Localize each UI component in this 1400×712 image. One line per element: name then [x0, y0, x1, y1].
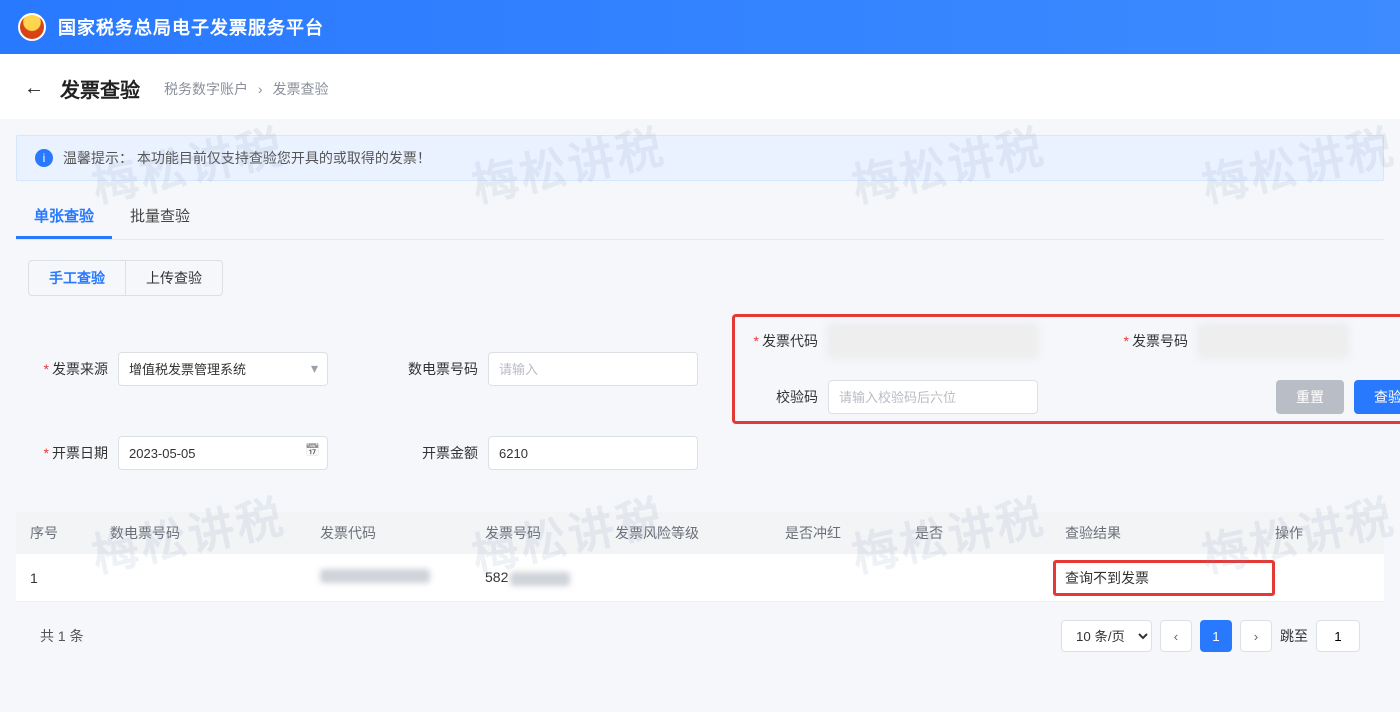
field-invoice-number: *发票号码 — [1108, 324, 1400, 358]
info-banner: i 温馨提示： 本功能目前仅支持查验您开具的或取得的发票！ — [16, 135, 1384, 181]
digital-number-input[interactable] — [488, 352, 698, 386]
info-icon: i — [35, 149, 53, 167]
cell-code — [314, 569, 479, 586]
jump-label: 跳至 — [1280, 626, 1308, 646]
app-root: 国家税务总局电子发票服务平台 ← 发票查验 税务数字账户 › 发票查验 i 温馨… — [0, 0, 1400, 686]
submit-button[interactable]: 查验 — [1354, 380, 1400, 414]
back-arrow-icon[interactable]: ← — [24, 77, 44, 100]
tab-batch-verify[interactable]: 批量查验 — [112, 195, 208, 239]
field-check-code: 校验码 — [738, 380, 1108, 414]
pagination: 10 条/页 ‹ 1 › 跳至 — [1061, 620, 1360, 652]
reset-button[interactable]: 重置 — [1276, 380, 1344, 414]
page-title: 发票查验 — [60, 74, 140, 103]
invoice-number-input[interactable] — [1198, 324, 1348, 358]
next-page-button[interactable]: › — [1240, 620, 1272, 652]
crumb-sep-icon: › — [258, 81, 263, 97]
field-invoice-date: *开票日期 — [28, 436, 398, 470]
invoice-source-select[interactable]: 增值税发票管理系统 — [118, 352, 328, 386]
table-header: 序号 数电票号码 发票代码 发票号码 发票风险等级 是否冲红 是否 查验结果 操… — [16, 512, 1384, 554]
tip-text: 本功能目前仅支持查验您开具的或取得的发票！ — [137, 150, 431, 166]
th-red: 是否冲红 — [779, 523, 909, 543]
result-table: 序号 数电票号码 发票代码 发票号码 发票风险等级 是否冲红 是否 查验结果 操… — [16, 512, 1384, 602]
field-invoice-amount: 开票金额 — [398, 436, 738, 470]
page-1-button[interactable]: 1 — [1200, 620, 1232, 652]
th-digital: 数电票号码 — [104, 523, 314, 543]
cell-number: 582 — [479, 569, 609, 585]
page-header: ← 发票查验 税务数字账户 › 发票查验 — [0, 54, 1400, 119]
table-footer: 共 1 条 10 条/页 ‹ 1 › 跳至 — [16, 602, 1384, 670]
top-banner: 国家税务总局电子发票服务平台 — [0, 0, 1400, 54]
cell-result: 查询不到发票 — [1059, 568, 1269, 588]
th-number: 发票号码 — [479, 523, 609, 543]
query-form: *发票来源 增值税发票管理系统 数电票号码 *发票代码 — [16, 308, 1384, 494]
field-invoice-code: *发票代码 — [738, 324, 1108, 358]
field-invoice-source: *发票来源 增值税发票管理系统 — [28, 352, 398, 386]
invoice-amount-input[interactable] — [488, 436, 698, 470]
gov-logo-icon — [18, 13, 46, 41]
subtab-upload[interactable]: 上传查验 — [126, 261, 222, 295]
th-code: 发票代码 — [314, 523, 479, 543]
tip-prefix: 温馨提示： — [63, 150, 133, 166]
breadcrumb: 税务数字账户 › 发票查验 — [164, 79, 328, 99]
banner-title: 国家税务总局电子发票服务平台 — [58, 14, 324, 40]
tab-single-verify[interactable]: 单张查验 — [16, 195, 112, 239]
invoice-code-input[interactable] — [828, 324, 1038, 358]
cell-seq: 1 — [24, 570, 104, 586]
crumb-current: 发票查验 — [272, 81, 328, 97]
total-count: 共 1 条 — [40, 626, 84, 646]
page-size-select[interactable]: 10 条/页 — [1061, 620, 1152, 652]
subtab-manual[interactable]: 手工查验 — [29, 261, 126, 295]
form-actions: 重置 查验 — [1108, 380, 1400, 414]
table-row: 1 582 查询不到发票 — [16, 554, 1384, 602]
prev-page-button[interactable]: ‹ — [1160, 620, 1192, 652]
field-digital-number: 数电票号码 — [398, 352, 738, 386]
th-risk: 发票风险等级 — [609, 523, 779, 543]
invoice-date-input[interactable] — [118, 436, 328, 470]
input-mode-tabs: 手工查验 上传查验 — [28, 260, 223, 296]
th-result: 查验结果 — [1059, 523, 1269, 543]
th-dup: 是否 — [909, 523, 1059, 543]
jump-page-input[interactable] — [1316, 620, 1360, 652]
verify-mode-tabs: 单张查验 批量查验 — [16, 195, 1384, 240]
th-seq: 序号 — [24, 523, 104, 543]
check-code-input[interactable] — [828, 380, 1038, 414]
th-ops: 操作 — [1269, 523, 1400, 543]
crumb-root[interactable]: 税务数字账户 — [164, 81, 248, 97]
